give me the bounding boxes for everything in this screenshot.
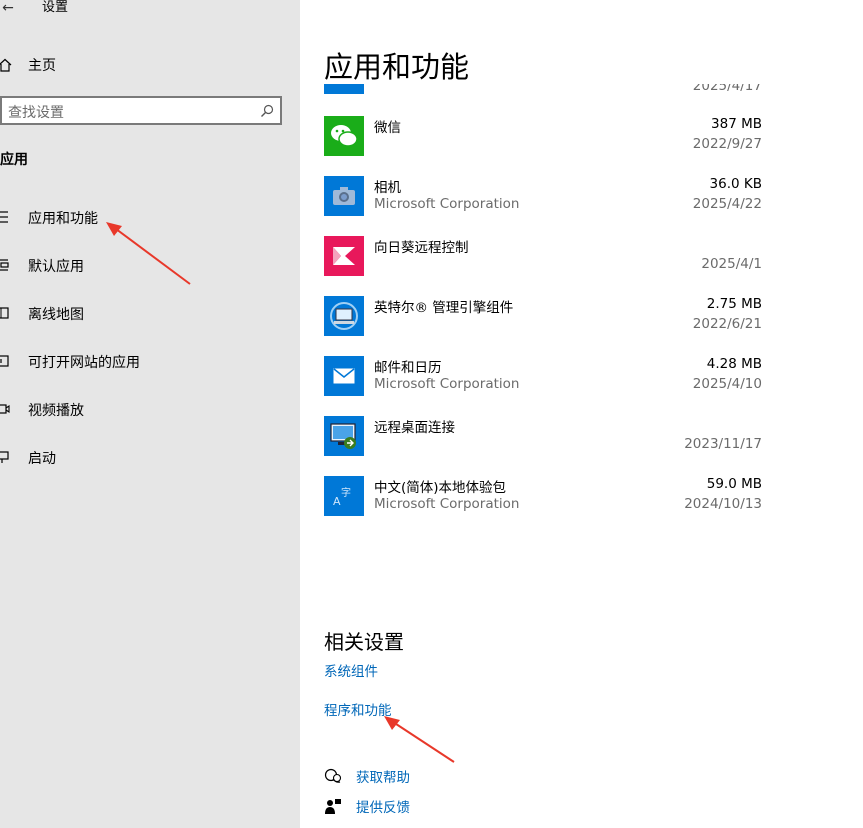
app-size: 387 MB [711,116,762,132]
search-box[interactable]: 查找设置 [0,96,282,125]
video-playback-icon [0,404,10,414]
app-row-mail[interactable]: 邮件和日历 Microsoft Corporation 4.28 MB 2025… [324,356,764,416]
search-input[interactable]: 查找设置 [8,102,64,122]
app-name: 中文(简体)本地体验包 [374,480,507,496]
main-content: 应用和功能 2025/4/17 微信 387 MB 2022/9/27 相机 M… [300,0,863,828]
sidebar-item-video-playback[interactable]: 视频播放 [0,397,220,423]
partial-app-icon [324,84,364,94]
feedback-link[interactable]: 提供反馈 [324,796,524,818]
app-date: 2025/4/22 [692,196,762,212]
app-date: 2024/10/13 [684,496,762,512]
app-row-wechat[interactable]: 微信 387 MB 2022/9/27 [324,116,764,176]
back-button[interactable]: ← [0,0,20,18]
sidebar-item-startup[interactable]: 启动 [0,445,220,471]
link-programs-features[interactable]: 程序和功能 [324,699,392,719]
mail-icon [324,356,364,396]
app-date: 2025/4/10 [692,376,762,392]
app-name: 向日葵远程控制 [374,240,469,256]
sidebar-item-label: 启动 [28,451,56,467]
partial-app-date: 2025/4/17 [692,78,762,94]
app-size: 36.0 KB [709,176,762,192]
partial-app-row: 2025/4/17 [324,74,764,94]
app-publisher: Microsoft Corporation [374,196,520,212]
sidebar-item-offline-maps[interactable]: 离线地图 [0,301,220,327]
app-row-language-pack[interactable]: A 字 中文(简体)本地体验包 Microsoft Corporation 59… [324,476,764,536]
svg-text:A: A [333,495,341,508]
default-apps-icon [0,259,9,271]
feedback-person-icon [325,799,341,814]
app-publisher: Microsoft Corporation [374,496,520,512]
app-name: 微信 [374,120,401,136]
window-title: 设置 [42,0,69,15]
intel-me-icon [324,296,364,336]
app-row-sunlogin[interactable]: 向日葵远程控制 2025/4/1 [324,236,764,296]
sidebar-item-default-apps[interactable]: 默认应用 [0,253,220,279]
home-icon [0,58,12,72]
sunlogin-icon [324,236,364,276]
app-size: 2.75 MB [706,296,762,312]
feedback-label: 提供反馈 [356,800,410,816]
get-help-link[interactable]: 获取帮助 [324,766,524,788]
related-settings-title: 相关设置 [324,630,404,654]
app-publisher: Microsoft Corporation [374,376,520,392]
sidebar-item-label: 离线地图 [28,307,84,323]
home-link[interactable]: 主页 [0,54,200,76]
apps-for-websites-icon [0,355,9,367]
offline-maps-icon [0,307,9,319]
app-name: 相机 [374,180,401,196]
home-label: 主页 [28,58,56,74]
apps-features-icon [0,211,8,223]
app-name: 英特尔® 管理引擎组件 [374,300,514,316]
sidebar-item-apps-for-websites[interactable]: 可打开网站的应用 [0,349,220,375]
app-date: 2025/4/1 [701,256,762,272]
sidebar-item-label: 视频播放 [28,403,84,419]
sidebar-item-label: 应用和功能 [28,211,98,227]
app-date: 2022/6/21 [692,316,762,332]
section-title: 应用 [0,152,28,168]
app-size: 59.0 MB [706,476,762,492]
app-name: 邮件和日历 [374,360,442,376]
app-name: 远程桌面连接 [374,420,455,436]
link-system-components[interactable]: 系统组件 [324,660,378,680]
app-row-remote-desktop[interactable]: 远程桌面连接 2023/11/17 [324,416,764,476]
app-date: 2022/9/27 [692,136,762,152]
app-row-intel-me[interactable]: 英特尔® 管理引擎组件 2.75 MB 2022/6/21 [324,296,764,356]
svg-text:字: 字 [341,486,351,499]
get-help-label: 获取帮助 [356,770,410,786]
sidebar-item-label: 可打开网站的应用 [28,355,140,371]
sidebar-item-apps-features[interactable]: 应用和功能 [0,205,220,231]
search-icon [261,104,274,117]
startup-icon [0,451,9,463]
back-arrow-icon: ← [2,0,14,16]
help-chat-icon [324,768,342,783]
remote-desktop-icon [324,416,364,456]
language-pack-icon: A 字 [324,476,364,516]
app-row-camera[interactable]: 相机 Microsoft Corporation 36.0 KB 2025/4/… [324,176,764,236]
wechat-icon [324,116,364,156]
sidebar-item-label: 默认应用 [28,259,84,275]
sidebar: ← 设置 主页 查找设置 应用 应用和功能 默认应用 离线地图 可打开网站的应用… [0,0,300,828]
camera-icon [324,176,364,216]
app-date: 2023/11/17 [684,436,762,452]
app-size: 4.28 MB [706,356,762,372]
